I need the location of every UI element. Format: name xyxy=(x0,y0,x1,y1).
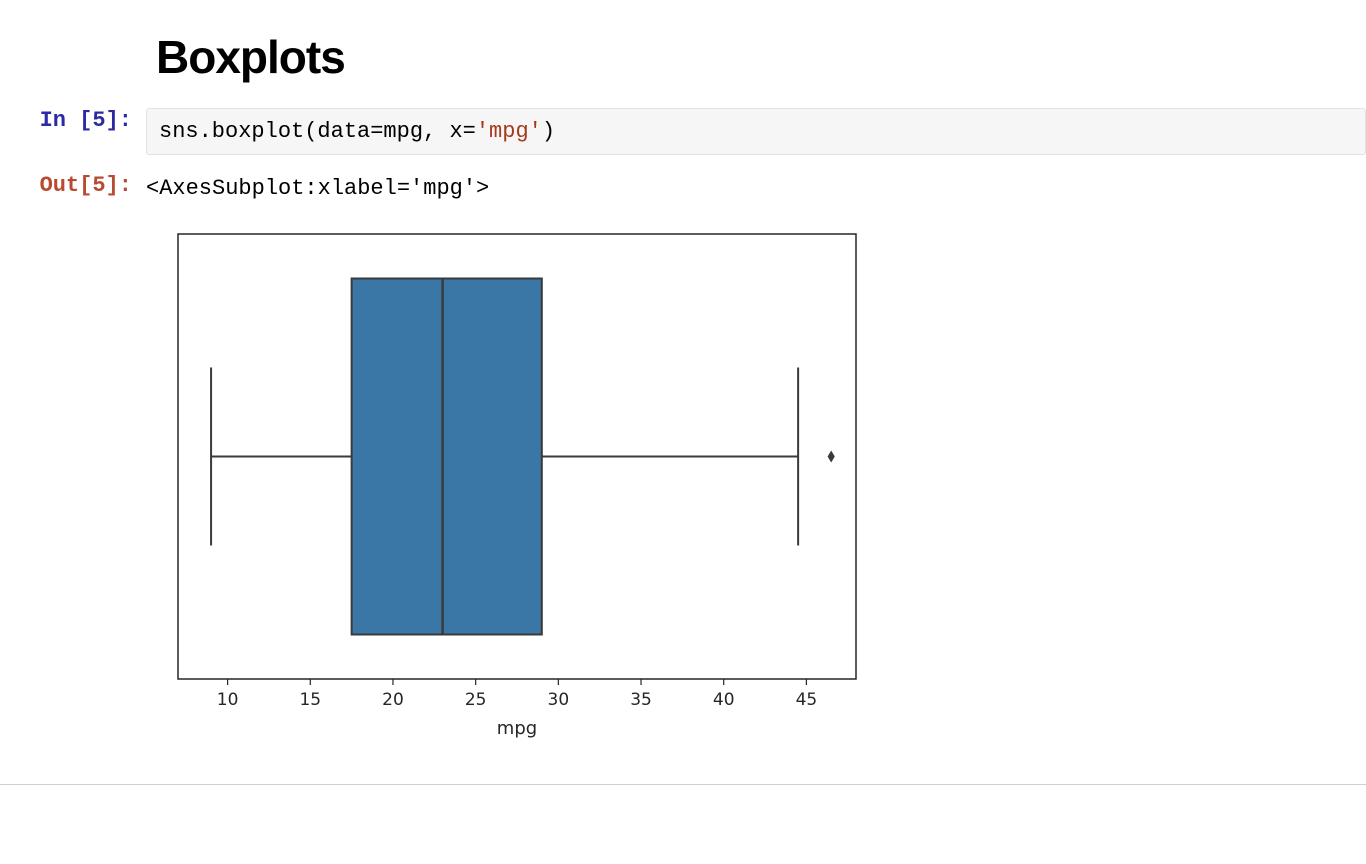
in-prompt: In [5]: xyxy=(0,108,146,133)
code-input[interactable]: sns.boxplot(data=mpg, x='mpg') xyxy=(146,108,1366,155)
divider xyxy=(0,784,1366,785)
outlier-point xyxy=(828,451,835,463)
code-token: sns.boxplot(data=mpg, x= xyxy=(159,119,476,144)
xtick-label: 45 xyxy=(796,690,818,710)
chart-svg: 10 15 20 25 30 35 40 45 mpg xyxy=(156,229,876,749)
xtick-label: 15 xyxy=(299,690,321,710)
boxplot-chart: 10 15 20 25 30 35 40 45 mpg xyxy=(156,229,1366,754)
code-token: ) xyxy=(542,119,555,144)
code-string-token: 'mpg' xyxy=(476,119,542,144)
out-prompt: Out[5]: xyxy=(0,173,146,198)
output-text: <AxesSubplot:xlabel='mpg'> xyxy=(146,173,489,201)
code-cell-input-row: In [5]: sns.boxplot(data=mpg, x='mpg') xyxy=(0,108,1366,155)
xtick-label: 20 xyxy=(382,690,404,710)
xtick-label: 30 xyxy=(548,690,570,710)
box xyxy=(352,279,542,635)
xtick-label: 35 xyxy=(630,690,652,710)
xtick-label: 10 xyxy=(217,690,239,710)
xlabel: mpg xyxy=(497,718,537,739)
page-title: Boxplots xyxy=(156,30,1366,84)
code-cell-output-row: Out[5]: <AxesSubplot:xlabel='mpg'> xyxy=(0,173,1366,201)
xtick-label: 40 xyxy=(713,690,735,710)
xtick-label: 25 xyxy=(465,690,487,710)
